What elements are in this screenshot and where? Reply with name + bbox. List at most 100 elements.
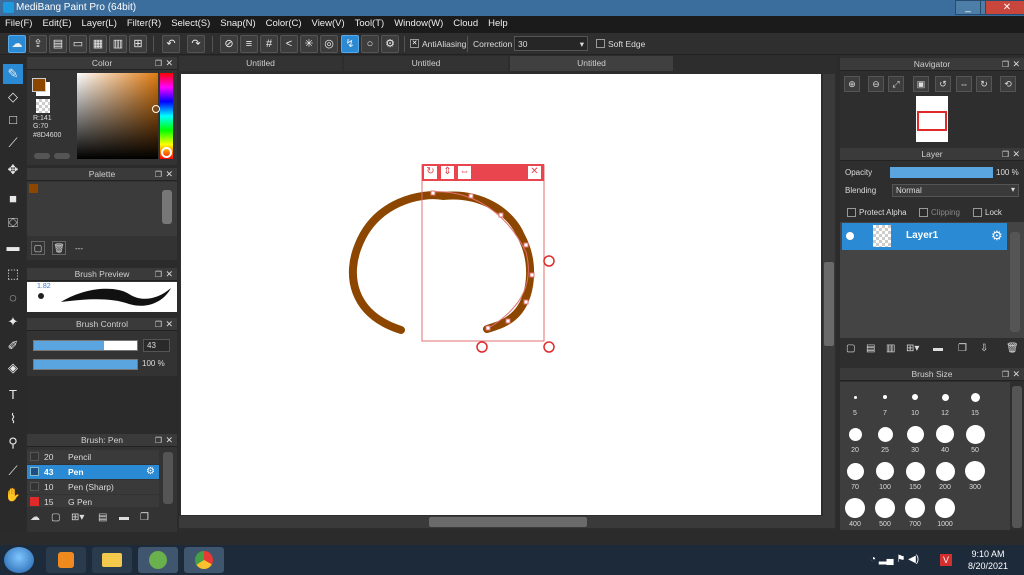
lasso-tool-icon[interactable]: ◌ [3,288,23,308]
gear-icon[interactable]: ⚙ [146,466,155,477]
brush-list-item[interactable]: 15 G Pen [27,495,159,507]
protect-alpha-checkbox[interactable] [847,208,856,217]
hand-tool-icon[interactable]: ✋ [3,485,23,505]
new-1bit-layer-icon[interactable]: ▥ [886,343,895,354]
brush-size-cell[interactable]: 5 [841,383,869,419]
actual-size-icon[interactable]: ▣ [913,76,929,92]
menu-help[interactable]: Help [483,16,513,31]
select-tool-icon[interactable]: ⬚ [3,264,23,284]
media-player-icon[interactable] [46,547,86,573]
menu-snap[interactable]: Snap(N) [215,16,260,31]
new-halftone-layer-icon[interactable]: ▤ [866,343,875,354]
curve-snap-icon[interactable]: ↯ [341,35,359,53]
brush-size-cell[interactable]: 7 [871,383,899,419]
flip-icon[interactable]: ⇔ [956,76,972,92]
select-pen-tool-icon[interactable]: ✐ [3,336,23,356]
vanishing-snap-icon[interactable]: < [280,35,298,53]
layer-scrollbar[interactable] [1010,232,1020,332]
float-icon[interactable]: ❐ [155,434,162,447]
brush-size-cell[interactable]: 40 [931,420,959,456]
menu-edit[interactable]: Edit(E) [37,16,76,31]
menu-file[interactable]: File(F) [0,16,37,31]
antialiasing-checkbox[interactable]: ✕ [410,39,419,48]
close-icon[interactable]: ✕ [165,57,173,70]
zoom-out-icon[interactable]: ⊖ [868,76,884,92]
brush-list-scrollbar[interactable] [163,452,173,504]
menu-view[interactable]: View(V) [307,16,350,31]
layer-row[interactable]: Layer1 ⚙ [842,223,1007,250]
primary-color-swatch[interactable] [32,78,46,92]
antivirus-icon[interactable]: V [940,554,952,566]
brush-list-item-selected[interactable]: 43 Pen ⚙ [27,465,159,479]
divide-tool-icon[interactable]: ⌇ [3,409,23,429]
ellipse-icon[interactable]: ○ [361,35,379,53]
dot-tool-icon[interactable]: □ [3,110,23,130]
redo-icon[interactable]: ↷ [187,35,205,53]
add-layer-menu-icon[interactable]: ⊞▾ [906,343,919,354]
blending-select[interactable]: Normal ▾ [892,184,1019,197]
vertical-scroll-thumb[interactable] [824,262,834,346]
float-icon[interactable]: ❐ [1002,58,1009,71]
brush-size-cell[interactable]: 12 [931,383,959,419]
fill-rect-tool-icon[interactable]: ■ [3,189,23,209]
brush-size-cell[interactable]: 15 [961,383,989,419]
close-icon[interactable]: ✕ [165,434,173,447]
brush-size-value[interactable]: 43 [143,339,170,352]
cloud-icon[interactable]: ☁ [8,35,26,53]
palette-swatch[interactable] [29,184,38,193]
close-button[interactable]: ✕ [985,0,1024,15]
system-tray-icons[interactable]: ◔ ▂▄ ⚑ ◀) [870,554,919,565]
duplicate-icon[interactable]: ❐ [140,512,154,526]
close-icon[interactable]: ✕ [165,318,173,331]
hue-handle[interactable] [161,147,172,158]
grid-icon[interactable]: ⊞ [129,35,147,53]
new-brush-icon[interactable]: ▢ [51,512,65,526]
move-tool-icon[interactable]: ✥ [3,160,23,180]
undo-icon[interactable]: ↶ [162,35,180,53]
trash-icon[interactable]: 🗑 [1006,343,1019,354]
fit-icon[interactable]: ⤢ [888,76,904,92]
bucket-tool-icon[interactable]: ⛋ [3,213,23,233]
duplicate-layer-icon[interactable]: ❐ [958,343,967,354]
start-button[interactable] [4,547,34,573]
menu-select[interactable]: Select(S) [166,16,215,31]
float-icon[interactable]: ❐ [1002,368,1009,381]
snap-off-icon[interactable]: ⊘ [220,35,238,53]
trash-icon[interactable]: 🗑 [52,241,66,255]
brush-size-cell[interactable]: 200 [931,457,959,493]
file-explorer-icon[interactable] [92,547,132,573]
brush-size-scrollbar[interactable] [1012,386,1022,528]
crisscross-snap-icon[interactable]: # [260,35,278,53]
menu-tool[interactable]: Tool(T) [350,16,390,31]
soft-edge-checkbox[interactable] [596,39,605,48]
document-icon[interactable]: ▦ [89,35,107,53]
gear-icon[interactable]: ⚙ [991,228,1003,244]
clock-time[interactable]: 9:10 AM [958,549,1018,559]
radial-snap-icon[interactable]: ✳ [300,35,318,53]
close-icon[interactable]: ✕ [1012,148,1020,161]
horizontal-scrollbar[interactable] [179,516,823,528]
eyedropper-tool-icon[interactable]: ⚲ [3,433,23,453]
brush-settings-icon[interactable]: ▤ [98,512,112,526]
palette-scrollbar[interactable] [162,190,172,224]
corner-handle[interactable] [543,341,555,353]
color-picker-button[interactable] [54,153,70,159]
brush-size-cell[interactable]: 50 [961,420,989,456]
parallel-snap-icon[interactable]: ≡ [240,35,258,53]
doc-tab-1[interactable]: Untitled [179,56,342,71]
rotate-left-icon[interactable]: ↺ [935,76,951,92]
text-tool-icon[interactable]: T [3,385,23,405]
brush-size-cell[interactable]: 500 [871,494,899,530]
brush-size-cell[interactable]: 30 [901,420,929,456]
chat-icon[interactable]: ▭ [69,35,87,53]
brush-list-item[interactable]: 20 Pencil [27,450,159,464]
medibang-taskbar-icon[interactable] [138,547,178,573]
color-picker-cursor[interactable] [152,105,160,113]
comment-icon[interactable]: ▤ [49,35,67,53]
brush-size-cell[interactable]: 70 [841,457,869,493]
vertical-scrollbar[interactable] [823,74,835,528]
menu-color[interactable]: Color(C) [261,16,307,31]
circle-snap-icon[interactable]: ◎ [320,35,338,53]
page-icon[interactable]: ▥ [109,35,127,53]
navigator-viewport[interactable] [917,111,947,131]
